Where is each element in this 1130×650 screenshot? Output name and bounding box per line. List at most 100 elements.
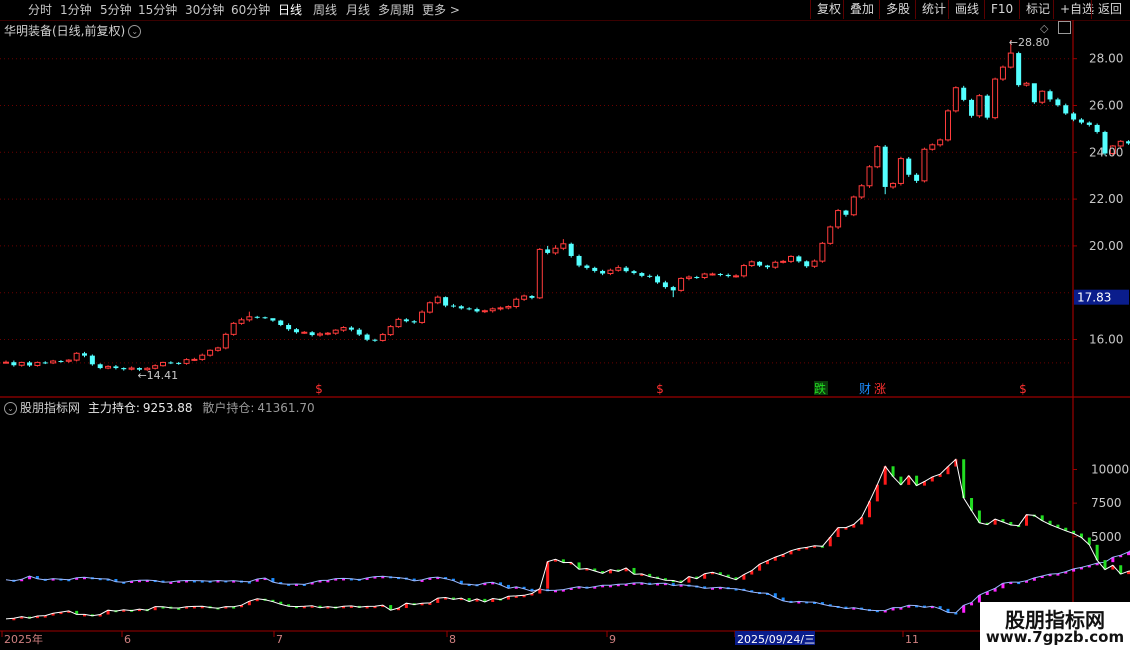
candle-body xyxy=(952,87,959,112)
candle-body xyxy=(481,310,488,313)
candle-body xyxy=(176,362,182,364)
watermark: 股朋指标网 www.7gpzb.com xyxy=(980,602,1130,650)
stock-title-text: 华明装备(日线,前复权) xyxy=(4,24,126,38)
candle-body xyxy=(670,287,676,291)
price-label-5: 16.00 xyxy=(1089,333,1123,347)
candle-body xyxy=(914,174,920,181)
toolbar-button-2[interactable]: 多股 xyxy=(879,0,910,19)
candle-body xyxy=(576,255,582,266)
candle-body xyxy=(678,277,685,291)
candle-body xyxy=(160,361,166,367)
candle-body xyxy=(827,226,834,244)
period-tab-7[interactable]: 周线 xyxy=(313,1,337,19)
toolbar-button-8[interactable]: 返回 xyxy=(1091,0,1122,19)
period-tab-9[interactable]: 多周期 xyxy=(378,1,414,19)
price-label-0: 28.00 xyxy=(1089,52,1123,66)
candle-body xyxy=(230,322,237,335)
candle-body xyxy=(340,327,347,331)
candle-body xyxy=(11,362,17,366)
chart-area: 28.00 26.00 24.00 22.00 20.00 16.00 17.83 ←28.8… xyxy=(0,20,1130,648)
candle-body xyxy=(568,243,574,256)
stock-title[interactable]: 华明装备(日线,前复权) ⌄ xyxy=(4,22,142,39)
toolbar-button-4[interactable]: 画线 xyxy=(948,0,979,19)
ind-axis-label-2: 5000 xyxy=(1091,530,1122,544)
toolbar-button-6[interactable]: 标记 xyxy=(1019,0,1050,19)
candle-body xyxy=(890,182,897,188)
period-tab-10[interactable]: 更多 > xyxy=(422,1,460,19)
period-tab-2[interactable]: 5分钟 xyxy=(100,1,132,19)
toolbar-button-7[interactable]: +自选 xyxy=(1053,0,1094,19)
candle-body xyxy=(97,364,103,369)
period-tab-0[interactable]: 分时 xyxy=(28,1,52,19)
retail-label: 散户持仓: xyxy=(202,401,255,415)
candle-body xyxy=(1055,99,1061,106)
candle-body xyxy=(976,95,983,117)
candle-body xyxy=(1094,124,1100,132)
candle-body xyxy=(835,210,842,228)
watermark-line2: www.7gpzb.com xyxy=(985,628,1125,646)
candle-body xyxy=(1078,119,1084,123)
candle-body xyxy=(694,277,700,279)
candle-body xyxy=(819,242,826,262)
candle-body xyxy=(772,261,779,268)
period-tab-5[interactable]: 60分钟 xyxy=(231,1,270,19)
period-tab-4[interactable]: 30分钟 xyxy=(185,1,224,19)
candle-body xyxy=(489,308,496,312)
candle-body xyxy=(372,339,378,341)
chevron-down-icon[interactable]: ⌄ xyxy=(4,402,17,415)
candle-body xyxy=(356,329,362,335)
candle-body xyxy=(199,354,206,360)
time-label-3: 8 xyxy=(449,633,456,646)
period-tab-8[interactable]: 月线 xyxy=(346,1,370,19)
candle-body xyxy=(3,361,9,364)
diamond-icon[interactable]: ◇ xyxy=(1040,22,1048,35)
toolbar-button-5[interactable]: F10 xyxy=(984,0,1013,19)
event-marker-2: 跌 xyxy=(814,381,826,396)
candle-body xyxy=(411,321,417,323)
candle-body xyxy=(1063,105,1069,114)
candle-body xyxy=(969,99,975,116)
candle-body xyxy=(348,327,354,330)
candle-body xyxy=(27,362,33,366)
candle-body xyxy=(332,329,339,334)
candle-body xyxy=(246,316,253,321)
candle-body xyxy=(73,352,80,361)
candle-body xyxy=(992,78,999,119)
period-tab-6[interactable]: 日线 xyxy=(278,1,302,19)
candle-body xyxy=(984,95,990,118)
candle-body xyxy=(379,334,386,341)
event-marker-3: 财 xyxy=(859,382,871,396)
candle-body xyxy=(685,276,692,279)
candle-body xyxy=(113,366,119,369)
toolbar-button-1[interactable]: 叠加 xyxy=(843,0,874,19)
event-marker-1: $ xyxy=(656,382,664,396)
candle-body xyxy=(34,361,41,366)
toolbar-button-3[interactable]: 统计 xyxy=(915,0,946,19)
candle-body xyxy=(466,308,472,310)
candle-body xyxy=(191,358,198,361)
candle-body xyxy=(50,360,57,364)
candle-body xyxy=(780,260,787,263)
period-tab-1[interactable]: 1分钟 xyxy=(60,1,92,19)
candle-body xyxy=(82,353,87,356)
candle-body xyxy=(222,333,229,349)
candle-body xyxy=(1023,82,1030,86)
candle-body xyxy=(168,362,174,364)
period-tab-3[interactable]: 15分钟 xyxy=(138,1,177,19)
candle-body xyxy=(65,359,72,362)
candle-body xyxy=(387,326,394,336)
candle-body xyxy=(458,306,464,309)
candle-body xyxy=(937,139,944,146)
candle-body xyxy=(419,311,426,323)
candle-body xyxy=(662,282,668,288)
window-toggle-icon[interactable] xyxy=(1058,21,1071,34)
candle-body xyxy=(709,273,716,276)
chevron-down-icon[interactable]: ⌄ xyxy=(128,25,142,38)
candle-body xyxy=(584,265,590,268)
candle-body xyxy=(1047,91,1053,100)
candle-body xyxy=(929,144,936,150)
candle-body xyxy=(270,318,276,321)
toolbar-button-0[interactable]: 复权 xyxy=(810,0,841,19)
period-toolbar: 分时 1分钟 5分钟 15分钟 30分钟 60分钟 日线 周线 月线 多周期 更多 > 复权 叠加 多股统… xyxy=(0,0,1130,21)
event-marker-5: $ xyxy=(1019,382,1027,396)
